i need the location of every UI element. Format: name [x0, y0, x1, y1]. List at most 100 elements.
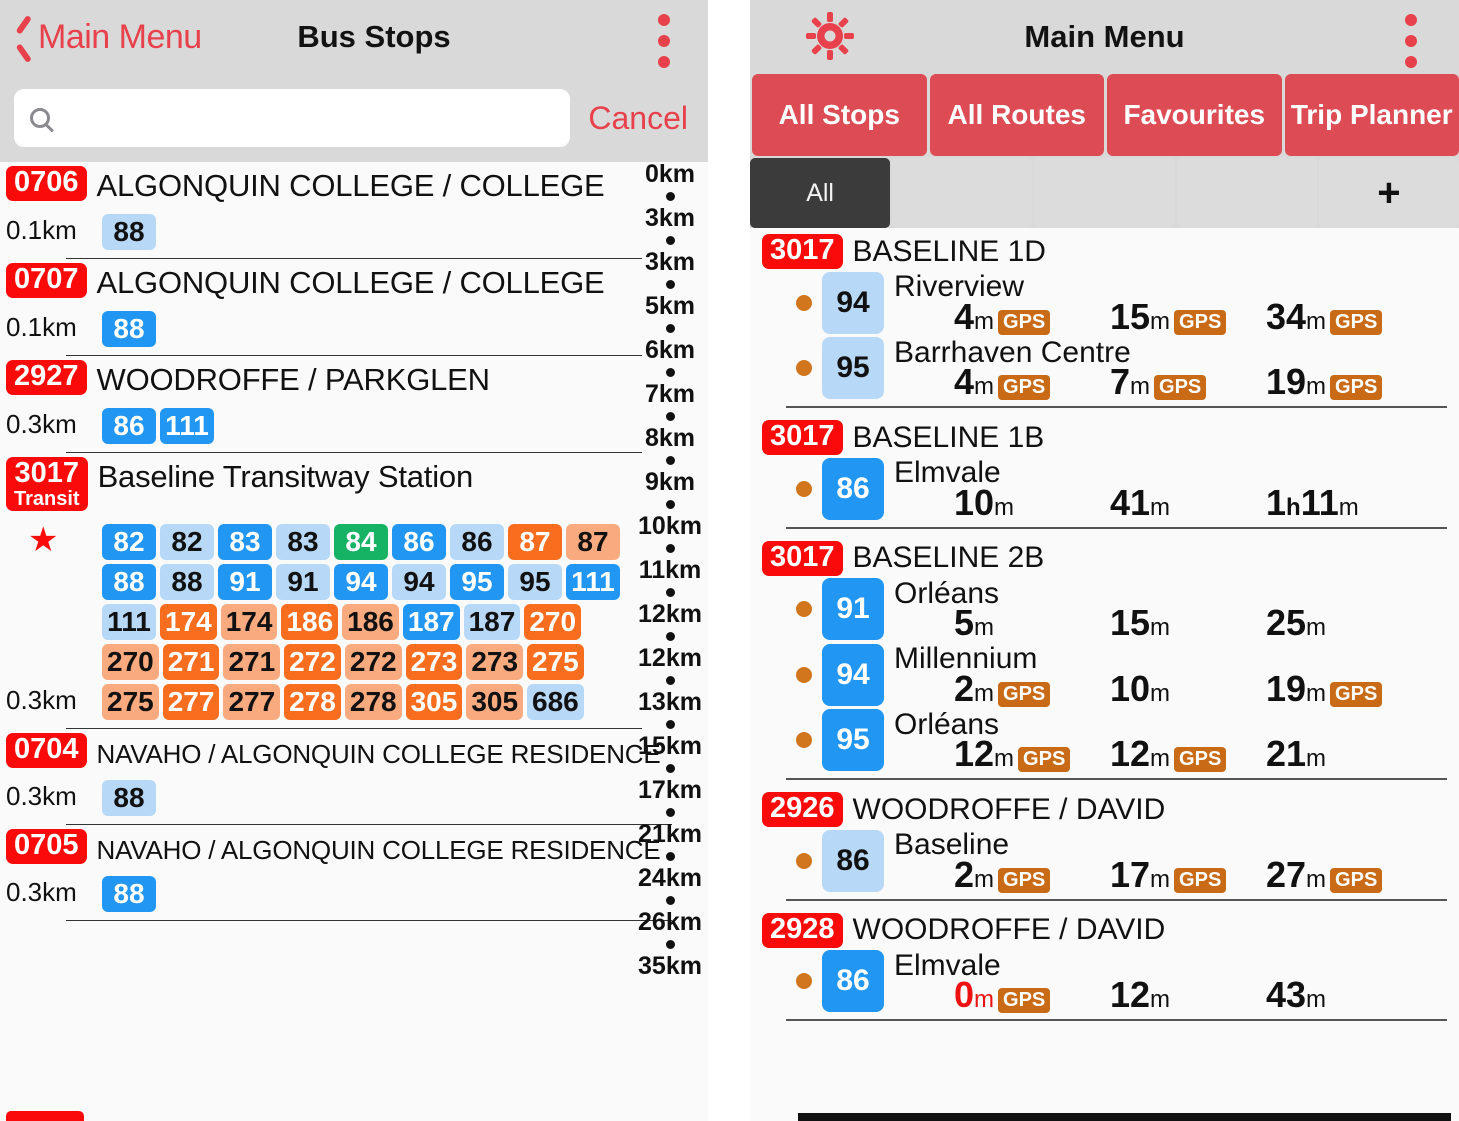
- tab-all-stops[interactable]: All Stops: [752, 74, 927, 156]
- route-badge[interactable]: 88: [102, 214, 156, 250]
- route-badge[interactable]: 111: [102, 604, 156, 640]
- route-badge[interactable]: 91: [276, 564, 330, 600]
- departure-row[interactable]: 91 Orléans 5 m 15 m 25 m: [762, 576, 1459, 642]
- departure-time[interactable]: 15 m GPS: [1110, 298, 1262, 335]
- route-badge[interactable]: 82: [160, 524, 214, 560]
- departure-row[interactable]: 86 Baseline 2 m GPS 17 m GPS 27 m GPS: [762, 827, 1459, 893]
- departure-row[interactable]: 95 Orléans 12 m GPS 12 m GPS 21 m: [762, 707, 1459, 772]
- route-badge[interactable]: 277: [223, 684, 281, 720]
- overflow-menu-button[interactable]: [658, 14, 670, 77]
- departure-time[interactable]: 17 m GPS: [1110, 856, 1262, 893]
- departures-list[interactable]: 3017 BASELINE 1D 94 Riverview 4 m GPS 15 m GPS 34 m…: [750, 228, 1459, 1027]
- route-badge[interactable]: 273: [466, 644, 524, 680]
- route-badge[interactable]: 186: [342, 604, 399, 640]
- departure-time[interactable]: 2 m GPS: [954, 670, 1106, 707]
- route-badge[interactable]: 111: [566, 564, 620, 600]
- departure-time[interactable]: 19 m GPS: [1266, 670, 1418, 707]
- departure-group[interactable]: 3017 BASELINE 1B 86 Elmvale 10 m 41 m 1h11 m: [750, 414, 1459, 535]
- departure-time[interactable]: 43 m: [1266, 977, 1418, 1013]
- departure-time[interactable]: 4 m GPS: [954, 298, 1106, 335]
- route-badge[interactable]: 86: [392, 524, 446, 560]
- departure-time[interactable]: 27 m GPS: [1266, 856, 1418, 893]
- route-badge[interactable]: 187: [463, 604, 521, 640]
- route-badge[interactable]: 95: [822, 337, 884, 400]
- departure-row[interactable]: 86 Elmvale 10 m 41 m 1h11 m: [762, 455, 1459, 521]
- route-badge[interactable]: 87: [508, 524, 562, 560]
- departure-time[interactable]: 10 m: [1110, 670, 1262, 707]
- departure-time[interactable]: 1h11 m: [1266, 484, 1418, 521]
- bus-stop-row[interactable]: 0706 ALGONQUIN COLLEGE / COLLEGE 0.1km 88: [0, 162, 708, 259]
- departure-group[interactable]: 3017 BASELINE 1D 94 Riverview 4 m GPS 15 m GPS 34 m…: [750, 228, 1459, 414]
- route-badge[interactable]: 272: [284, 644, 341, 680]
- route-badge[interactable]: 271: [162, 644, 220, 680]
- route-badge[interactable]: 84: [334, 524, 388, 560]
- route-badge[interactable]: 94: [822, 643, 884, 706]
- departure-time[interactable]: 12 m GPS: [954, 736, 1106, 772]
- tab-all-routes[interactable]: All Routes: [929, 74, 1104, 156]
- departure-time[interactable]: 7 m GPS: [1110, 364, 1262, 400]
- departure-time[interactable]: 41 m: [1110, 484, 1262, 521]
- cancel-search-button[interactable]: Cancel: [578, 100, 694, 137]
- route-badge[interactable]: 94: [334, 564, 388, 600]
- departure-group[interactable]: 2928 WOODROFFE / DAVID 86 Elmvale 0 m GPS 12 m 43…: [750, 907, 1459, 1028]
- route-badge[interactable]: 91: [822, 578, 884, 641]
- departure-time[interactable]: 25 m: [1266, 605, 1418, 641]
- route-badge[interactable]: 273: [405, 644, 463, 680]
- departure-time[interactable]: 12 m GPS: [1110, 736, 1262, 772]
- route-badge[interactable]: 94: [822, 271, 884, 334]
- route-badge[interactable]: 83: [218, 524, 272, 560]
- route-badge[interactable]: 86: [450, 524, 504, 560]
- route-badge[interactable]: 83: [276, 524, 330, 560]
- route-badge[interactable]: 86: [822, 829, 884, 892]
- filter-segment-all[interactable]: All: [750, 158, 891, 228]
- route-badge[interactable]: 275: [102, 684, 159, 720]
- bus-stop-row[interactable]: 3017 Transit Baseline Transitway Station ★ 0…: [0, 453, 708, 729]
- route-badge[interactable]: 88: [102, 311, 156, 347]
- departure-time[interactable]: 15 m: [1110, 605, 1262, 641]
- route-badge[interactable]: 174: [160, 604, 217, 640]
- search-input[interactable]: [60, 102, 571, 134]
- tab-trip-planner[interactable]: Trip Planner: [1284, 74, 1459, 156]
- route-badge[interactable]: 270: [524, 604, 582, 640]
- route-badge[interactable]: 272: [344, 644, 402, 680]
- add-filter-button[interactable]: +: [1318, 158, 1459, 228]
- back-to-main-menu-button[interactable]: Main Menu: [0, 18, 202, 57]
- route-badge[interactable]: 86: [822, 950, 884, 1013]
- route-badge[interactable]: 88: [102, 876, 156, 912]
- route-badge[interactable]: 94: [392, 564, 446, 600]
- bus-stop-row[interactable]: 0705 NAVAHO / ALGONQUIN COLLEGE RESIDENCE…: [0, 825, 708, 921]
- departure-time[interactable]: 10 m: [954, 484, 1106, 521]
- route-badge[interactable]: 278: [344, 684, 402, 720]
- bus-stop-row[interactable]: 0707 ALGONQUIN COLLEGE / COLLEGE 0.1km 88: [0, 259, 708, 356]
- bus-stops-list[interactable]: 0706 ALGONQUIN COLLEGE / COLLEGE 0.1km 88 07…: [0, 162, 708, 1121]
- route-badge[interactable]: 278: [284, 684, 341, 720]
- route-badge[interactable]: 270: [102, 644, 159, 680]
- right-overflow-menu-button[interactable]: [1405, 14, 1417, 77]
- departure-time[interactable]: 21 m: [1266, 736, 1418, 772]
- route-badge[interactable]: 88: [102, 564, 156, 600]
- tab-favourites[interactable]: Favourites: [1107, 74, 1282, 156]
- route-badge[interactable]: 187: [402, 604, 460, 640]
- route-badge[interactable]: 86: [102, 408, 156, 444]
- route-badge[interactable]: 275: [527, 644, 584, 680]
- route-badge[interactable]: 111: [160, 408, 214, 444]
- route-badge[interactable]: 95: [450, 564, 504, 600]
- route-badge[interactable]: 82: [102, 524, 156, 560]
- departure-group[interactable]: 2926 WOODROFFE / DAVID 86 Baseline 2 m GPS 17 m G…: [750, 786, 1459, 907]
- route-badge[interactable]: 95: [822, 709, 884, 772]
- route-badge[interactable]: 277: [162, 684, 220, 720]
- route-badge[interactable]: 91: [218, 564, 272, 600]
- route-badge[interactable]: 88: [160, 564, 214, 600]
- route-badge[interactable]: 88: [102, 780, 156, 816]
- route-badge[interactable]: 271: [223, 644, 281, 680]
- route-badge[interactable]: 186: [281, 604, 339, 640]
- search-field-container[interactable]: [14, 89, 571, 147]
- departure-row[interactable]: 86 Elmvale 0 m GPS 12 m 43 m: [762, 948, 1459, 1013]
- route-badge[interactable]: 305: [466, 684, 524, 720]
- departure-row[interactable]: 94 Riverview 4 m GPS 15 m GPS 34 m GPS: [762, 269, 1459, 335]
- route-badge[interactable]: 87: [566, 524, 620, 560]
- route-badge[interactable]: 95: [508, 564, 562, 600]
- departure-time[interactable]: 2 m GPS: [954, 856, 1106, 893]
- route-badge[interactable]: 686: [527, 684, 584, 720]
- star-icon[interactable]: ★: [6, 523, 88, 559]
